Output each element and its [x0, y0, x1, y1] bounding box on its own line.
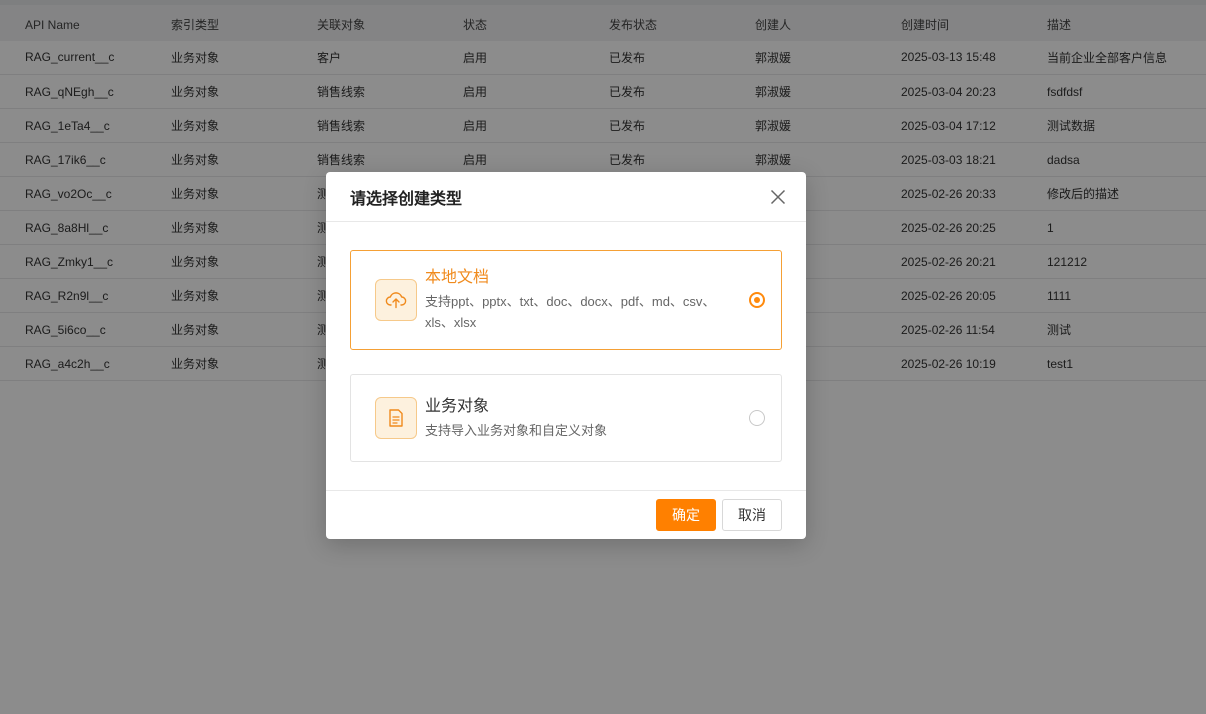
option-local-document[interactable]: 本地文档 支持ppt、pptx、txt、doc、docx、pdf、md、csv、…: [350, 250, 782, 350]
cancel-button[interactable]: 取消: [722, 499, 782, 531]
create-type-dialog: 请选择创建类型 本地文档 支持ppt、pptx、txt、doc、docx、pdf…: [326, 172, 806, 539]
radio-business-object[interactable]: [749, 410, 765, 426]
option-description: 支持导入业务对象和自定义对象: [425, 422, 608, 438]
document-icon: [375, 397, 417, 439]
dialog-body: 本地文档 支持ppt、pptx、txt、doc、docx、pdf、md、csv、…: [326, 222, 806, 462]
confirm-button[interactable]: 确定: [656, 499, 716, 531]
option-title: 业务对象: [425, 397, 490, 415]
radio-local-document[interactable]: [749, 292, 765, 308]
dialog-header: 请选择创建类型: [326, 172, 806, 222]
dialog-title: 请选择创建类型: [350, 190, 463, 208]
option-title: 本地文档: [425, 269, 490, 286]
cloud-upload-icon: [375, 279, 417, 321]
option-description: 支持ppt、pptx、txt、doc、docx、pdf、md、csv、xls、x…: [425, 294, 716, 330]
option-business-object[interactable]: 业务对象 支持导入业务对象和自定义对象: [350, 374, 782, 462]
dialog-footer: 确定 取消: [326, 490, 806, 539]
close-icon[interactable]: [768, 187, 788, 207]
